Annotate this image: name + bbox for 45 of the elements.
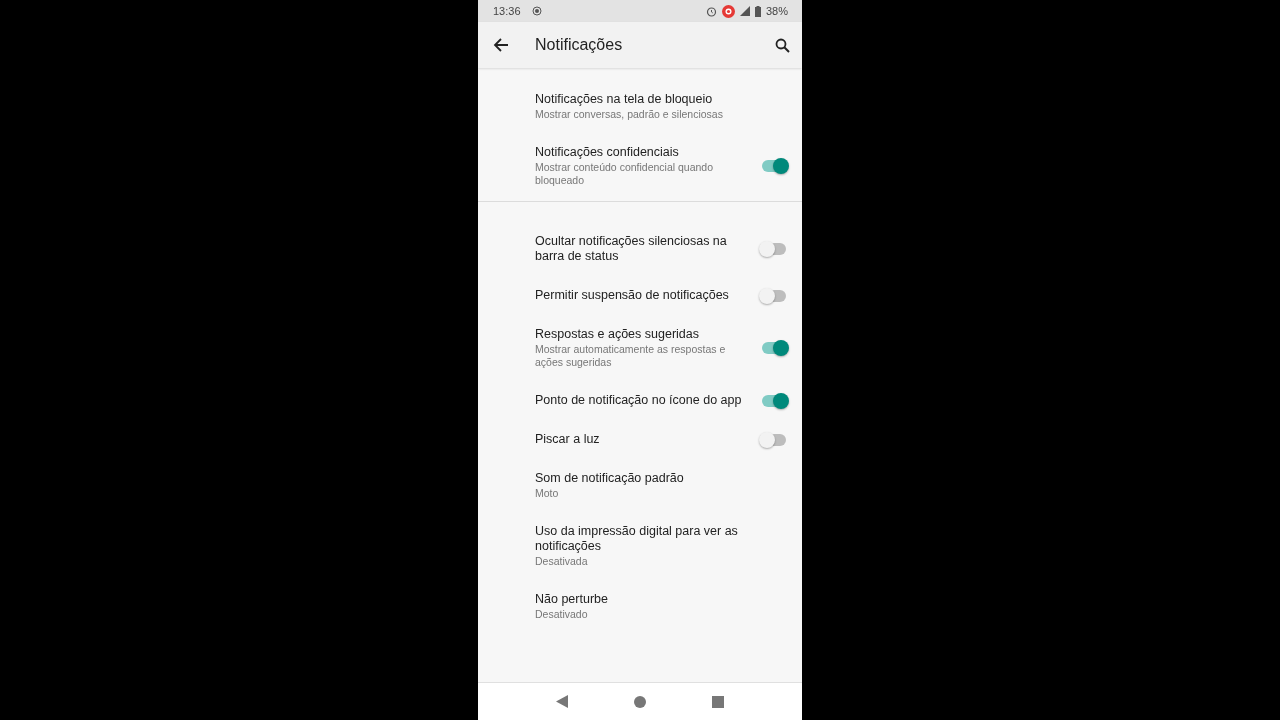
home-icon[interactable] bbox=[634, 695, 646, 708]
toggle-switch[interactable] bbox=[762, 243, 786, 255]
toggle-switch[interactable] bbox=[762, 394, 786, 407]
record-icon bbox=[531, 6, 542, 16]
setting-summary: Desativado bbox=[535, 608, 589, 621]
setting-summary: Mostrar conversas, padrão e silenciosas bbox=[535, 108, 724, 121]
clock-time: 13:36 bbox=[493, 5, 521, 17]
setting-item[interactable]: Notificações na tela de bloqueio Mostrar conversas, padrão e silenciosas bbox=[478, 80, 802, 133]
setting-title: Respostas e ações sugeridas bbox=[535, 327, 700, 342]
setting-summary: Desativada bbox=[535, 555, 589, 568]
setting-title: Ocultar notificações silenciosas na barra de status bbox=[535, 234, 728, 264]
setting-item[interactable]: Permitir suspensão de notificações bbox=[478, 276, 802, 315]
battery-icon bbox=[754, 5, 761, 17]
setting-item[interactable]: Não perturbe Desativado bbox=[478, 580, 802, 633]
setting-title: Notificações na tela de bloqueio bbox=[535, 92, 714, 107]
setting-summary: Mostrar automaticamente as respostas e ações sugeridas bbox=[535, 343, 727, 369]
battery-percent: 38% bbox=[765, 5, 788, 17]
toggle-switch[interactable] bbox=[762, 289, 786, 302]
setting-title: Ponto de notificação no ícone do app bbox=[535, 393, 743, 408]
setting-summary: Mostrar conteúdo confidencial quando bloqueado bbox=[535, 161, 715, 187]
setting-title: Notificações confidenciais bbox=[535, 145, 680, 160]
setting-title: Uso da impressão digital para ver as notificações bbox=[535, 524, 739, 554]
setting-summary: Moto bbox=[535, 487, 560, 500]
setting-item[interactable]: Uso da impressão digital para ver as notificações Desativada bbox=[478, 512, 802, 580]
setting-item[interactable]: Respostas e ações sugeridas Mostrar automaticamente as respostas e ações sugeridas bbox=[478, 315, 802, 381]
signal-icon bbox=[739, 6, 750, 16]
toggle-switch[interactable] bbox=[762, 160, 786, 172]
setting-item[interactable]: Som de notificação padrão Moto bbox=[478, 459, 802, 512]
setting-item[interactable]: Ponto de notificação no ícone do app bbox=[478, 381, 802, 420]
alarm-icon bbox=[705, 5, 717, 17]
recents-icon[interactable] bbox=[712, 695, 724, 708]
setting-item[interactable]: Notificações confidenciais Mostrar conteúdo confidencial quando bloqueado bbox=[478, 133, 802, 199]
screen-record-icon bbox=[721, 4, 735, 18]
setting-title: Piscar a luz bbox=[535, 432, 601, 447]
setting-item[interactable]: Ocultar notificações silenciosas na barra de status bbox=[478, 222, 802, 276]
toggle-switch[interactable] bbox=[762, 342, 786, 354]
setting-title: Permitir suspensão de notificações bbox=[535, 288, 730, 303]
search-icon[interactable] bbox=[775, 37, 790, 53]
back-icon[interactable] bbox=[556, 695, 568, 708]
toggle-switch[interactable] bbox=[762, 433, 786, 446]
setting-item[interactable]: Piscar a luz bbox=[478, 420, 802, 459]
screen-title: Notificações bbox=[535, 36, 624, 54]
back-arrow-icon[interactable] bbox=[493, 37, 509, 53]
setting-title: Som de notificação padrão bbox=[535, 471, 685, 486]
setting-title: Não perturbe bbox=[535, 592, 609, 607]
